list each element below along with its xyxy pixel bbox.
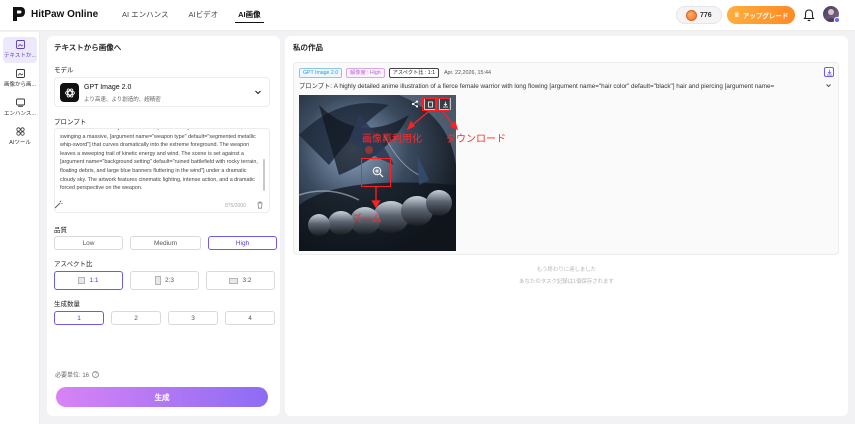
works-title: 私の作品 xyxy=(293,43,323,52)
rail-ai-tools[interactable]: AIツール xyxy=(3,124,37,150)
nav-ai-enhance[interactable]: AI エンハンス xyxy=(112,0,179,31)
brand-name: HitPaw Online xyxy=(31,8,99,20)
result-tags: GPT Image 2.0 解像度 : High アスペクト比 : 1:1 Ap… xyxy=(299,68,491,78)
tag-model: GPT Image 2.0 xyxy=(299,68,343,78)
top-bar: HitPaw Online AI エンハンス AIビデオ AI画像 776 ♛ … xyxy=(0,0,855,31)
settings-panel: テキストから画像へ モデル GPT Image 2.0 より高速、より創造的、超… xyxy=(47,36,280,416)
aspect-2-3[interactable]: 2:3 xyxy=(130,271,199,290)
annotation-download-label: ダウンロード xyxy=(446,134,506,145)
rail-enhance[interactable]: エンハンス... xyxy=(3,95,37,121)
rail-label: テキストか... xyxy=(4,53,36,59)
rail-text-to-image[interactable]: テキストか... xyxy=(3,37,37,63)
count-options: 1 2 3 4 xyxy=(54,311,275,325)
char-count: 875/2000 xyxy=(225,203,246,209)
quality-high[interactable]: High xyxy=(208,236,277,250)
landscape-icon xyxy=(229,277,239,284)
left-rail: テキストか... 画像から画... エンハンス... AIツール xyxy=(0,32,40,424)
bell-icon[interactable] xyxy=(802,8,816,22)
annotation-reuse-label: 画像再利用化 xyxy=(362,134,422,145)
count-1[interactable]: 1 xyxy=(54,311,104,325)
tag-resolution: 解像度 : High xyxy=(346,68,385,78)
ai-tools-icon xyxy=(15,127,25,136)
annotation-box-zoom xyxy=(361,158,391,187)
upgrade-button[interactable]: ♛ アップグレード xyxy=(727,6,795,24)
annotation-zoom-label: ズーム xyxy=(352,214,382,225)
chevron-down-icon[interactable] xyxy=(825,82,832,89)
model-description: より高速、より創造的、超精密 xyxy=(84,97,161,103)
result-prompt: プロンプト: A highly detailed anime illustrat… xyxy=(299,83,775,90)
aspect-label-1-1: 1:1 xyxy=(89,277,99,284)
count-3[interactable]: 3 xyxy=(168,311,218,325)
nav-ai-image[interactable]: AI画像 xyxy=(228,0,271,31)
annotation-box-download xyxy=(436,98,450,111)
hitpaw-logo-icon xyxy=(13,7,25,21)
rail-label: AIツール xyxy=(9,140,31,146)
prompt-textarea[interactable]: default="blue and white"] tunic. She is … xyxy=(54,128,270,213)
nav-ai-video[interactable]: AIビデオ xyxy=(179,0,229,31)
result-date: Apr. 22,2026, 15:44 xyxy=(443,70,492,76)
magic-wand-icon[interactable] xyxy=(54,200,63,209)
model-select[interactable]: GPT Image 2.0 より高速、より創造的、超精密 xyxy=(54,77,270,107)
end-note: もう終わりに達しました xyxy=(536,267,597,273)
annotation-box-reuse xyxy=(422,98,436,111)
avatar-status-dot xyxy=(834,17,840,23)
portrait-icon xyxy=(154,276,161,285)
aspect-3-2[interactable]: 3:2 xyxy=(206,271,275,290)
credits-badge[interactable]: 776 xyxy=(676,6,722,24)
panel-title: テキストから画像へ xyxy=(54,43,122,52)
chevron-down-icon xyxy=(255,90,261,95)
my-works-panel: 私の作品 GPT Image 2.0 解像度 : High アスペクト比 : 1… xyxy=(285,36,848,416)
aspect-1-1[interactable]: 1:1 xyxy=(54,271,123,290)
openai-icon xyxy=(60,83,79,102)
download-icon xyxy=(826,69,832,75)
help-icon[interactable]: ? xyxy=(92,371,100,378)
model-label: モデル xyxy=(54,67,74,74)
prompt-label: プロンプト xyxy=(54,119,87,126)
quality-label: 品質 xyxy=(54,227,67,234)
share-button[interactable] xyxy=(409,98,421,110)
prompt-text: default="blue and white"] tunic. She is … xyxy=(60,128,258,192)
crown-icon: ♛ xyxy=(733,12,740,19)
tag-aspect: アスペクト比 : 1:1 xyxy=(388,68,439,78)
rail-label: 画像から画... xyxy=(3,82,37,88)
count-label: 生成数量 xyxy=(54,301,80,308)
generate-button[interactable]: 生成 xyxy=(56,387,268,407)
aspect-options: 1:1 2:3 3:2 xyxy=(54,271,275,290)
square-icon xyxy=(78,277,86,284)
count-4[interactable]: 4 xyxy=(225,311,275,325)
share-icon xyxy=(411,100,419,108)
main-nav: AI エンハンス AIビデオ AI画像 xyxy=(112,0,271,31)
aspect-label-2-3: 2:3 xyxy=(164,277,175,284)
brand-logo[interactable]: HitPaw Online xyxy=(12,6,98,22)
rail-label: エンハンス... xyxy=(4,111,36,117)
cost-label: 必要単位: 16 xyxy=(55,373,90,379)
image-image-icon xyxy=(15,69,25,78)
upgrade-label: アップグレード xyxy=(742,13,789,20)
quality-low[interactable]: Low xyxy=(54,236,123,250)
text-image-icon xyxy=(15,40,25,49)
rail-image-to-image[interactable]: 画像から画... xyxy=(3,66,37,92)
enhance-icon xyxy=(15,98,25,107)
quality-medium[interactable]: Medium xyxy=(130,236,201,250)
credits-count: 776 xyxy=(700,11,712,19)
model-name: GPT Image 2.0 xyxy=(84,84,132,91)
history-note: あなたのタスク記録は1個保存されます xyxy=(519,279,614,285)
download-all-button[interactable] xyxy=(824,67,834,77)
count-2[interactable]: 2 xyxy=(111,311,161,325)
cost-info: 必要単位: 16 ? xyxy=(55,370,100,379)
aspect-label-3-2: 3:2 xyxy=(242,277,252,284)
coin-icon xyxy=(686,9,697,21)
prompt-scrollbar[interactable] xyxy=(263,159,265,191)
aspect-label: アスペクト比 xyxy=(54,261,93,268)
quality-options: Low Medium High xyxy=(54,236,277,250)
trash-icon[interactable] xyxy=(256,201,264,209)
